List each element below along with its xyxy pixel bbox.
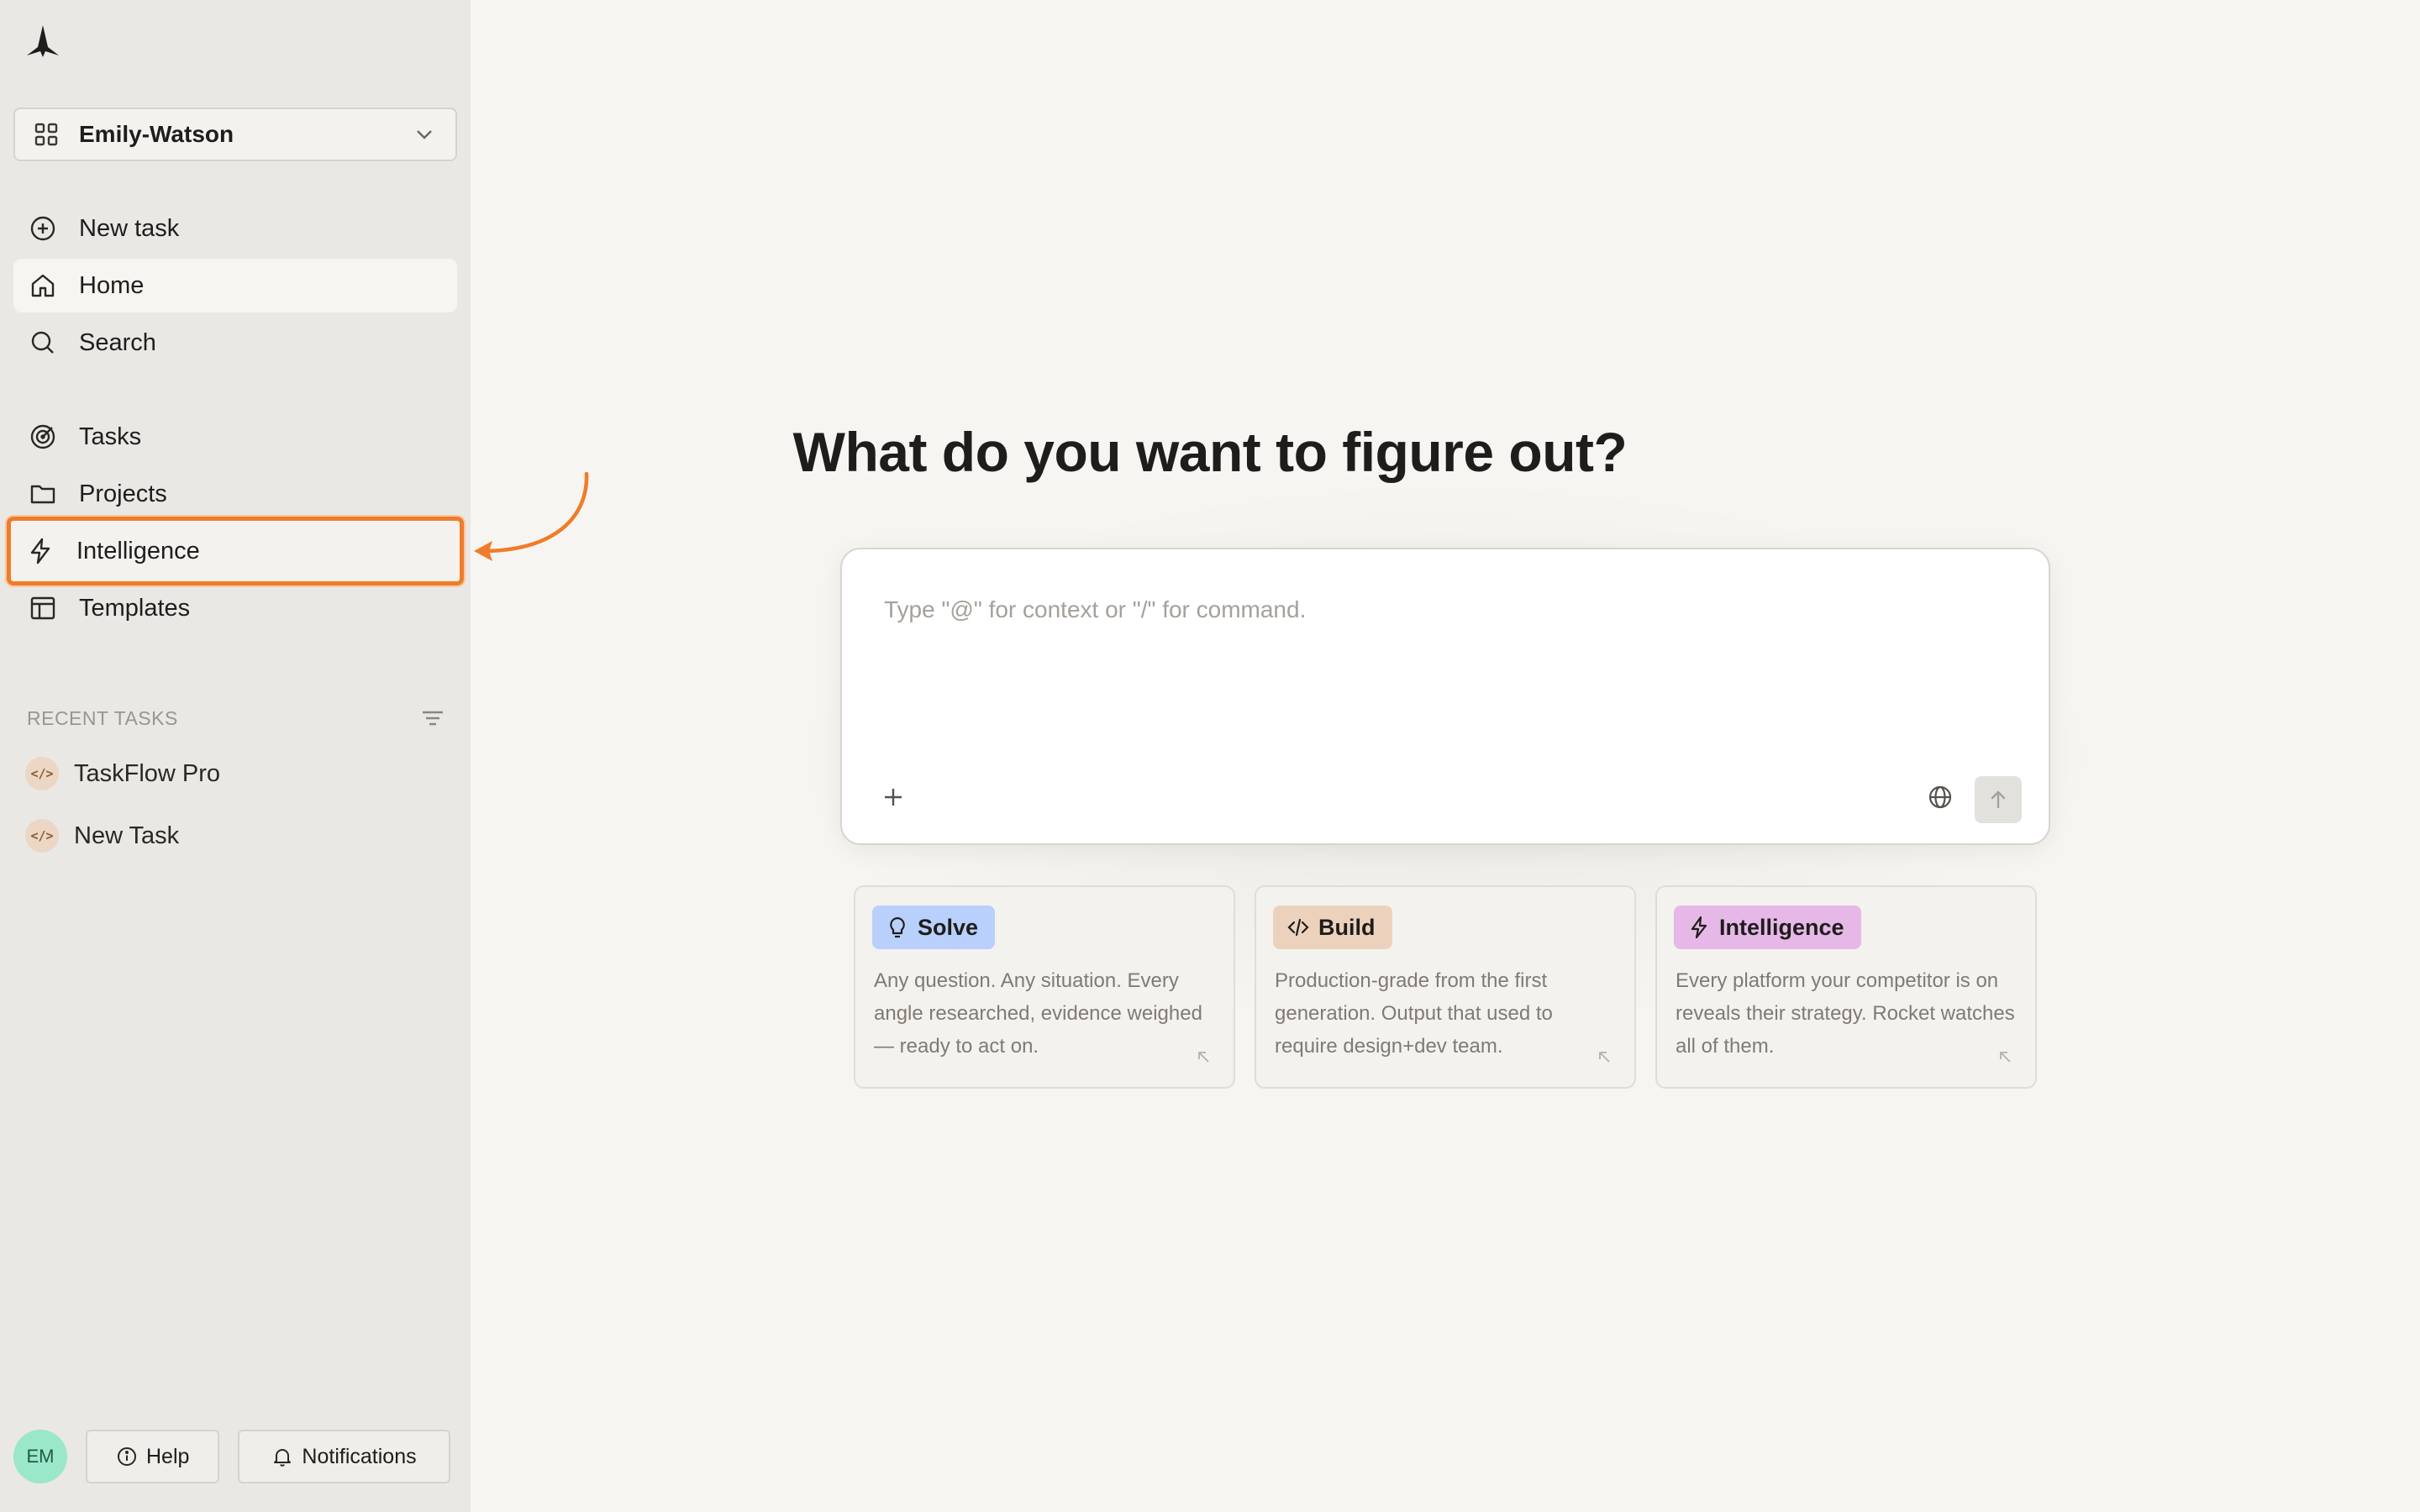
nav-home[interactable]: Home (13, 259, 457, 312)
card-build[interactable]: Build Production-grade from the first ge… (1255, 885, 1636, 1089)
code-badge-icon: </> (25, 819, 59, 853)
composer-input[interactable]: Type "@" for context or "/" for command. (884, 596, 1306, 623)
card-solve[interactable]: Solve Any question. Any situation. Every… (854, 885, 1235, 1089)
workspace-name: Emily-Watson (79, 121, 234, 147)
notifications-button[interactable]: Notifications (238, 1430, 450, 1483)
nav-search-label: Search (79, 328, 156, 356)
card-intelligence[interactable]: Intelligence Every platform your competi… (1655, 885, 2037, 1089)
globe-icon[interactable] (1926, 783, 1954, 811)
arrow-up-left-icon (2000, 1052, 2011, 1063)
nav-intelligence[interactable]: Intelligence (7, 517, 464, 585)
arrow-up-left-icon (1198, 1052, 1209, 1063)
notifications-label: Notifications (302, 1444, 417, 1468)
nav-intelligence-label: Intelligence (76, 537, 200, 564)
chevron-down-icon (417, 130, 432, 139)
nav-new-task[interactable]: New task (13, 202, 457, 255)
lightbulb-icon (890, 916, 905, 938)
recent-tasks-title: RECENT TASKS (27, 706, 178, 729)
home-icon (31, 274, 55, 297)
card-tag: Solve (872, 906, 996, 949)
nav-new-task-label: New task (79, 214, 180, 242)
card-description: Every platform your competitor is on rev… (1676, 969, 2015, 1058)
logo-icon[interactable] (25, 24, 60, 59)
composer[interactable]: Type "@" for context or "/" for command. (840, 548, 2050, 845)
nav-templates[interactable]: Templates (13, 581, 457, 635)
info-icon (118, 1447, 136, 1466)
card-tag-label: Solve (918, 914, 979, 940)
avatar[interactable]: EM (13, 1430, 67, 1483)
nav-templates-label: Templates (79, 594, 191, 622)
arrow-up-left-icon (1599, 1052, 1610, 1063)
lightning-icon (1691, 916, 1707, 939)
help-button[interactable]: Help (86, 1430, 220, 1483)
nav-search[interactable]: Search (13, 316, 457, 370)
filter-icon[interactable] (418, 704, 447, 732)
attach-plus-icon[interactable] (879, 783, 908, 811)
search-icon (31, 331, 54, 354)
sidebar-footer: EM Help Notifications (13, 1430, 450, 1483)
card-tag: Build (1273, 906, 1392, 949)
layout-icon (30, 596, 55, 620)
card-tag-label: Build (1318, 914, 1376, 940)
recent-task-item[interactable]: </> TaskFlow Pro (25, 752, 220, 795)
workspace-switcher[interactable]: Emily-Watson (13, 108, 457, 161)
recent-task-label: TaskFlow Pro (74, 759, 221, 787)
card-tag: Intelligence (1674, 906, 1861, 949)
card-description: Any question. Any situation. Every angle… (874, 969, 1202, 1058)
arrow-up-icon (1991, 790, 2006, 809)
nav-home-label: Home (79, 271, 145, 299)
nav-projects-label: Projects (79, 480, 167, 507)
bell-icon (274, 1449, 292, 1467)
plus-circle-icon (30, 216, 55, 241)
card-description: Production-grade from the first generati… (1275, 969, 1553, 1058)
page-title: What do you want to figure out? (792, 421, 1628, 483)
recent-task-label: New Task (74, 822, 180, 849)
grid-icon (34, 123, 58, 146)
folder-icon (30, 485, 55, 504)
recent-tasks-header: RECENT TASKS (27, 704, 447, 732)
sidebar: Emily-Watson New task Home Search Tasks (0, 0, 471, 1512)
help-label: Help (146, 1444, 190, 1468)
lightning-icon (30, 538, 50, 564)
code-icon (1287, 918, 1309, 937)
send-button[interactable] (1975, 776, 2022, 823)
card-tag-label: Intelligence (1719, 914, 1844, 940)
code-badge-icon: </> (25, 757, 59, 790)
recent-task-item[interactable]: </> New Task (25, 814, 179, 858)
